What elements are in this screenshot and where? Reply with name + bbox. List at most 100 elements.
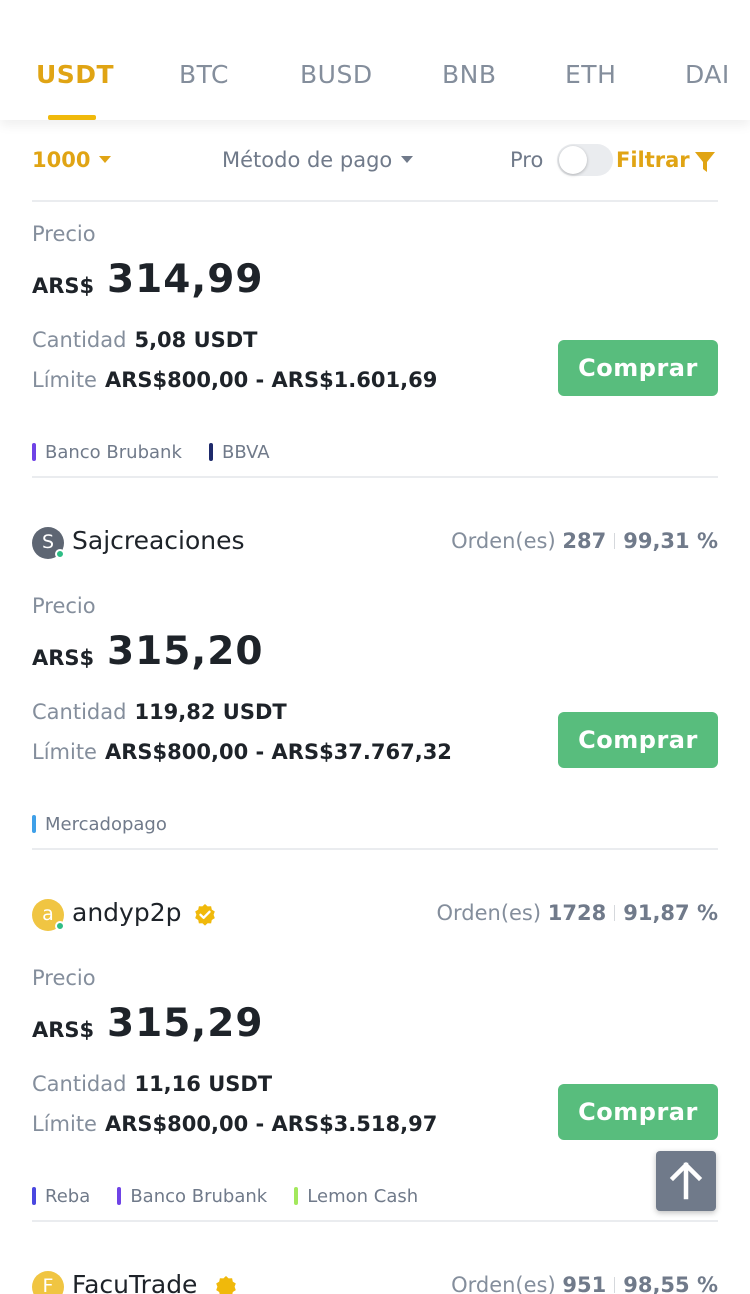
payment-methods: Mercadopago — [32, 814, 189, 836]
quantity-value: 119,82 USDT — [134, 700, 287, 724]
payment-name: Mercadopago — [45, 814, 167, 835]
amount-dropdown[interactable]: 1000 — [32, 148, 112, 172]
quantity-row: Cantidad 5,08 USDT — [32, 328, 258, 352]
limit-row: Límite ARS$800,00 - ARS$37.767,32 — [32, 740, 452, 764]
price-value: 315,20 — [107, 629, 264, 674]
tab-btc[interactable]: BTC — [179, 60, 229, 89]
stats-separator — [614, 533, 616, 549]
payment-color-bar — [117, 1187, 122, 1205]
buy-button[interactable]: Comprar — [558, 712, 718, 768]
online-indicator — [55, 921, 65, 931]
payment-name: Reba — [45, 1186, 91, 1207]
payment-tag: Banco Brubank — [117, 1186, 267, 1207]
completion-rate: 91,87 % — [623, 901, 718, 925]
completion-rate: 99,31 % — [623, 529, 718, 553]
price-label: Precio — [32, 222, 96, 246]
payment-method-label: Método de pago — [222, 148, 393, 172]
stats-separator — [614, 1277, 616, 1293]
tab-dai[interactable]: DAI — [685, 60, 730, 89]
advertiser-name[interactable]: FacuTrade — [72, 1270, 197, 1294]
payment-tag: Reba — [32, 1186, 90, 1207]
completion-rate: 98,55 % — [623, 1273, 718, 1294]
quantity-row: Cantidad 119,82 USDT — [32, 700, 287, 724]
toggle-knob — [559, 146, 587, 174]
stats-separator — [614, 905, 616, 921]
quantity-label: Cantidad — [32, 328, 127, 352]
payment-methods: Reba Banco Brubank Lemon Cash — [32, 1186, 440, 1208]
price-label: Precio — [32, 594, 96, 618]
payment-name: BBVA — [221, 442, 270, 463]
price-label: Precio — [32, 966, 96, 990]
payment-tag: Lemon Cash — [294, 1186, 418, 1207]
scroll-to-top-button[interactable] — [656, 1151, 716, 1211]
arrow-up-icon — [669, 1161, 703, 1200]
limit-value: ARS$800,00 - ARS$3.518,97 — [104, 1112, 438, 1136]
chevron-down-icon — [99, 156, 112, 163]
filter-button[interactable]: Filtrar — [616, 148, 690, 172]
advertiser-name[interactable]: Sajcreaciones — [72, 526, 245, 555]
orders-label: Orden(es) — [436, 901, 542, 925]
payment-tag: Mercadopago — [32, 814, 167, 835]
buy-button[interactable]: Comprar — [558, 1084, 718, 1140]
price-value: 314,99 — [107, 257, 264, 302]
buy-button[interactable]: Comprar — [558, 340, 718, 396]
tab-usdt[interactable]: USDT — [36, 60, 114, 89]
quantity-label: Cantidad — [32, 700, 127, 724]
price-currency: ARS$ — [32, 646, 95, 670]
tab-busd[interactable]: BUSD — [300, 60, 373, 89]
orders-count: 1728 — [547, 901, 607, 925]
offer-card: F FacuTrade Orden(es) 951 98,55 % — [32, 1270, 718, 1294]
limit-label: Límite — [32, 368, 97, 392]
quantity-value: 5,08 USDT — [134, 328, 258, 352]
offer-card: S Sajcreaciones Orden(es) 287 99,31 % Pre… — [32, 526, 718, 850]
advertiser-stats: Orden(es) 951 98,55 % — [451, 1273, 718, 1294]
verified-badge-icon — [216, 1276, 236, 1294]
payment-name: Lemon Cash — [307, 1186, 419, 1207]
advertiser-stats: Orden(es) 287 99,31 % — [451, 529, 718, 553]
limit-value: ARS$800,00 - ARS$1.601,69 — [104, 368, 438, 392]
advertiser-row[interactable]: S Sajcreaciones Orden(es) 287 99,31 % — [32, 526, 718, 560]
divider — [32, 848, 718, 850]
payment-tag: Banco Brubank — [32, 442, 182, 463]
limit-value: ARS$800,00 - ARS$37.767,32 — [104, 740, 452, 764]
payment-tag: BBVA — [208, 442, 270, 463]
limit-label: Límite — [32, 740, 97, 764]
payment-method-dropdown[interactable]: Método de pago — [222, 148, 414, 172]
payment-name: Banco Brubank — [45, 442, 182, 463]
payment-color-bar — [294, 1187, 299, 1205]
price-currency: ARS$ — [32, 274, 95, 298]
payment-color-bar — [32, 1187, 36, 1205]
advertiser-row[interactable]: a andyp2p Orden(es) 1728 91,87 % — [32, 898, 718, 932]
quantity-row: Cantidad 11,16 USDT — [32, 1072, 272, 1096]
divider — [32, 476, 718, 478]
offer-card: Precio ARS$ 314,99 Cantidad 5,08 USDT Lím… — [32, 202, 718, 478]
orders-label: Orden(es) — [451, 1273, 556, 1294]
avatar: F — [32, 1271, 64, 1294]
payment-name: Banco Brubank — [130, 1186, 268, 1207]
limit-row: Límite ARS$800,00 - ARS$3.518,97 — [32, 1112, 437, 1136]
advertiser-name[interactable]: andyp2p — [72, 898, 181, 927]
tab-bnb[interactable]: BNB — [442, 60, 497, 89]
payment-methods: Banco Brubank BBVA — [32, 442, 292, 464]
pro-toggle[interactable] — [557, 144, 613, 176]
verified-badge-icon — [195, 904, 215, 926]
chevron-down-icon — [401, 156, 414, 163]
tab-eth[interactable]: ETH — [565, 60, 616, 89]
quantity-label: Cantidad — [32, 1072, 127, 1096]
price-value: 315,29 — [107, 1001, 264, 1046]
limit-label: Límite — [32, 1112, 97, 1136]
payment-color-bar — [208, 443, 213, 461]
amount-value: 1000 — [32, 148, 91, 172]
advertiser-row[interactable]: F FacuTrade Orden(es) 951 98,55 % — [32, 1270, 718, 1294]
online-indicator — [55, 549, 65, 559]
orders-count: 287 — [562, 529, 607, 553]
divider — [32, 1220, 718, 1222]
pro-label: Pro — [510, 148, 544, 172]
quantity-value: 11,16 USDT — [134, 1072, 273, 1096]
payment-color-bar — [32, 443, 36, 461]
active-tab-indicator — [48, 115, 96, 120]
offer-card: a andyp2p Orden(es) 1728 91,87 % Precio A… — [32, 898, 718, 1222]
advertiser-stats: Orden(es) 1728 91,87 % — [436, 901, 718, 925]
filter-funnel-icon[interactable] — [694, 150, 716, 174]
payment-color-bar — [32, 815, 36, 833]
